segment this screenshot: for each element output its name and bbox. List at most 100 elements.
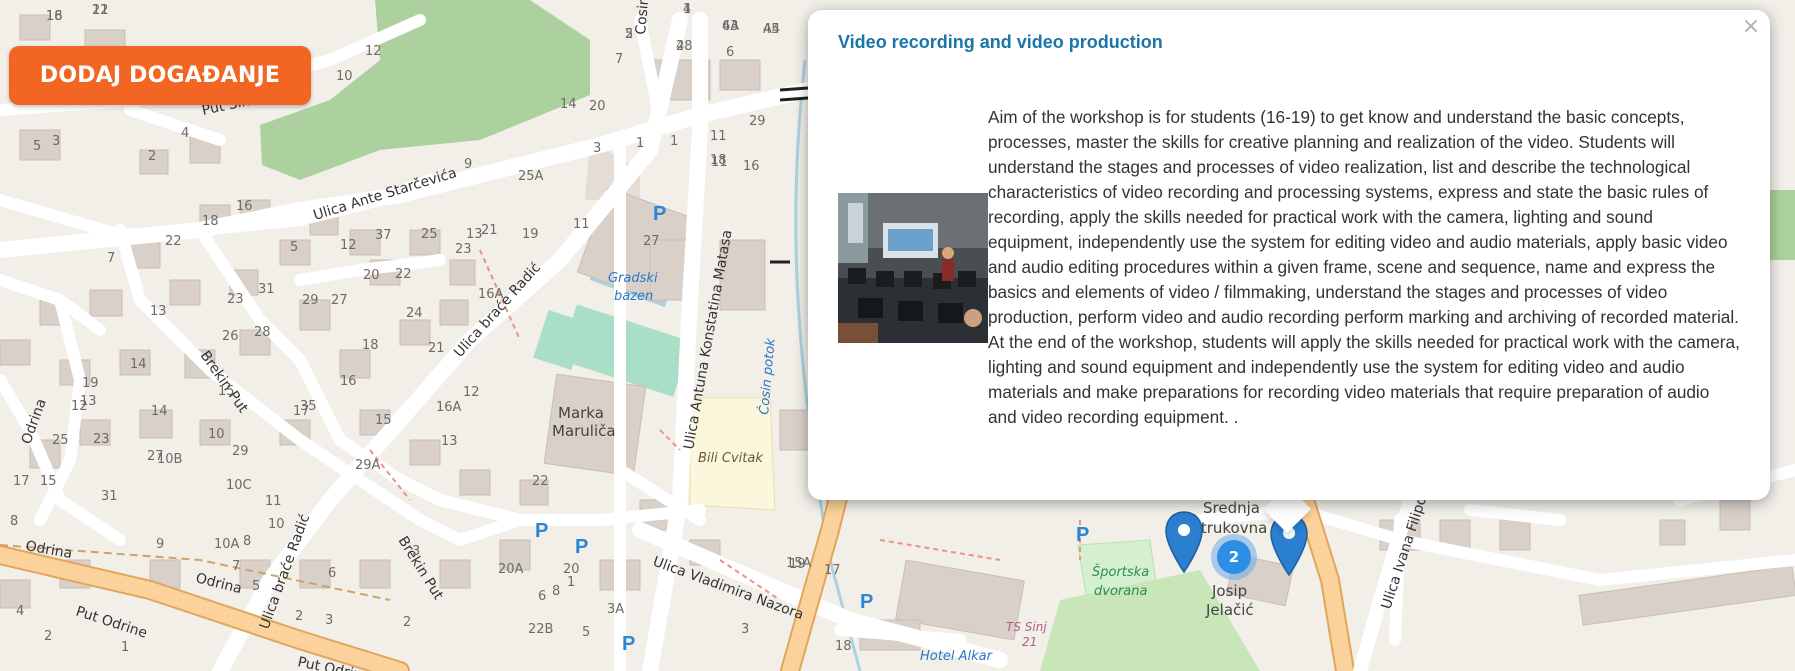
house-number: 5 — [252, 579, 260, 594]
house-number: 18 — [710, 153, 727, 168]
house-number: 20 — [363, 268, 380, 283]
house-number: 17 — [13, 474, 30, 489]
house-number: 16 — [743, 159, 760, 174]
house-number: 11 — [265, 494, 282, 509]
house-number: 14 — [130, 357, 147, 372]
house-number: 23 — [455, 242, 472, 257]
house-number: 10 — [208, 427, 225, 442]
parking-icon: P — [860, 591, 873, 613]
house-number: 11 — [573, 217, 590, 232]
house-number: 19 — [82, 376, 99, 391]
house-number: 17 — [824, 563, 841, 578]
poi-label: Gradski — [608, 271, 658, 286]
add-event-button[interactable]: DODAJ DOGAĐANJE — [9, 46, 311, 105]
poi-label: Bili Cvitak — [698, 451, 763, 466]
house-number: 2 — [295, 609, 303, 624]
substation-label: 21 — [1022, 635, 1037, 649]
house-number: 5 — [582, 625, 590, 640]
poi-label: bazen — [614, 289, 653, 304]
popup-title: Video recording and video production — [838, 32, 1163, 52]
house-number: 15 — [218, 384, 235, 399]
parking-icon: P — [653, 203, 666, 225]
house-number: 12 — [463, 385, 480, 400]
house-number: 1 — [636, 136, 644, 151]
place-label: Josip — [1211, 582, 1247, 600]
house-number: 4 — [16, 604, 24, 619]
house-number: 2 — [625, 27, 633, 42]
close-icon[interactable]: × — [1740, 16, 1762, 38]
house-number: 17 — [293, 404, 310, 419]
house-number: 9 — [464, 157, 472, 172]
poi-label: Športska — [1092, 564, 1149, 580]
parking-icon: P — [535, 520, 548, 542]
house-number: 18 — [202, 214, 219, 229]
house-number: 20A — [498, 562, 524, 577]
house-number: 23 — [93, 432, 110, 447]
house-number: 43 — [722, 19, 739, 34]
house-number: 6 — [538, 589, 546, 604]
house-number: 2 — [44, 629, 52, 644]
place-label: Marka Maruliča — [552, 404, 616, 440]
parking-icon: P — [1076, 524, 1089, 546]
house-number: 12 — [92, 3, 109, 18]
cluster-count: 2 — [1217, 540, 1251, 574]
event-popup: × Video recording and video production A… — [808, 10, 1770, 500]
house-number: 22 — [532, 474, 549, 489]
house-number: 9 — [156, 537, 164, 552]
popup-description: Aim of the workshop is for students (16-… — [988, 107, 1740, 427]
house-number: 25A — [518, 169, 544, 184]
substation-label: TS Sinj — [1006, 620, 1047, 634]
house-number: 1 — [670, 134, 678, 149]
house-number: 1 — [121, 640, 129, 655]
house-number: 29 — [749, 114, 766, 129]
street-label: Cosin — [633, 0, 652, 35]
house-number: 29A — [355, 458, 381, 473]
house-number: 2 — [403, 615, 411, 630]
house-number: 21 — [428, 341, 445, 356]
house-number: 8 — [243, 534, 251, 549]
house-number: 16 — [340, 374, 357, 389]
hotel-label: Hotel Alkar — [920, 649, 994, 664]
house-number: 45 — [763, 22, 780, 37]
house-number: 22B — [528, 622, 553, 637]
house-number: 3 — [741, 622, 749, 637]
house-number: 7 — [232, 559, 240, 574]
parking-icon: P — [622, 633, 635, 655]
house-number: 3A — [607, 602, 624, 617]
house-number: 31 — [101, 489, 118, 504]
house-number: 13 — [80, 394, 97, 409]
marker-cluster[interactable]: 2 — [1211, 534, 1257, 580]
parking-icon: P — [575, 536, 588, 558]
house-number: 28 — [254, 325, 271, 340]
house-number: 1 — [567, 575, 575, 590]
house-number: 15 — [375, 413, 392, 428]
house-number: 26 — [222, 329, 239, 344]
house-number: 14 — [560, 97, 577, 112]
place-label-part: Maruliča — [552, 422, 616, 440]
house-number: 24 — [406, 306, 423, 321]
house-number: 37 — [375, 228, 392, 243]
house-number: 3 — [325, 613, 333, 628]
house-number: 31 — [258, 282, 275, 297]
house-number: 6 — [726, 45, 734, 60]
place-label: Jelačić — [1205, 601, 1254, 619]
house-number: 10 — [336, 69, 353, 84]
house-number: 12 — [365, 44, 382, 59]
house-number: 15 — [40, 474, 57, 489]
house-number: 22 — [395, 267, 412, 282]
house-number: 22 — [165, 234, 182, 249]
house-number: 21 — [481, 223, 498, 238]
house-number: 16A — [436, 400, 462, 415]
house-number: 3 — [52, 134, 60, 149]
house-number: 19 — [522, 227, 539, 242]
house-number: 5 — [290, 240, 298, 255]
house-number: 20 — [589, 99, 606, 114]
house-number: 5 — [33, 139, 41, 154]
house-number: 27 — [331, 293, 348, 308]
house-number: 8 — [10, 514, 18, 529]
house-number: 7 — [615, 52, 623, 67]
house-number: 3 — [412, 544, 420, 559]
map-marker-icon[interactable] — [1164, 510, 1204, 574]
classroom-photo — [838, 193, 988, 343]
poi-label: dvorana — [1094, 584, 1147, 599]
